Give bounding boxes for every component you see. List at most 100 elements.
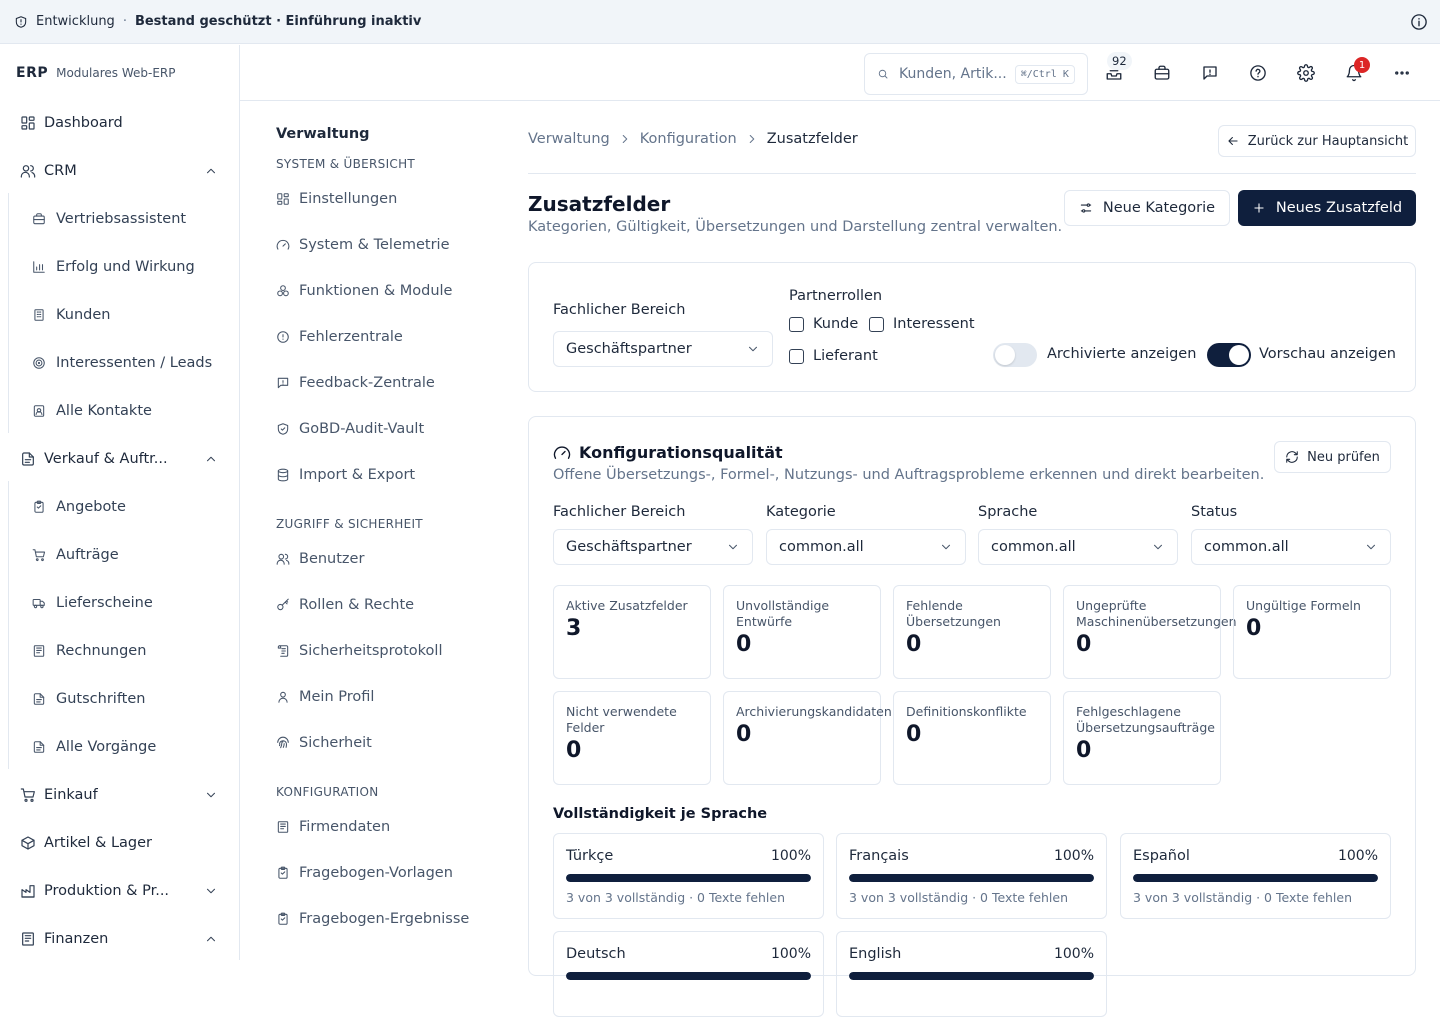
metric-card[interactable]: Definitionskonflikte 0 xyxy=(893,691,1051,785)
settings-item-telemetry[interactable]: System & Telemetrie xyxy=(276,230,450,260)
breadcrumb-item[interactable]: Verwaltung xyxy=(528,131,610,147)
workspace-button[interactable] xyxy=(1150,61,1174,85)
area-select[interactable]: Geschäftspartner xyxy=(553,331,773,367)
sidebar-group-crm[interactable]: CRM xyxy=(12,151,228,191)
sidebar-item-dashboard[interactable]: Dashboard xyxy=(12,103,228,143)
role-checkbox-customer[interactable]: Kunde xyxy=(789,316,858,332)
sidebar-item-offers[interactable]: Angebote xyxy=(24,487,228,527)
sidebar-group-purchase[interactable]: Einkauf xyxy=(12,775,228,815)
settings-group-config: KONFIGURATION xyxy=(276,785,379,799)
role-checkbox-prospect[interactable]: Interessent xyxy=(869,316,975,332)
quality-filter-label: Sprache xyxy=(978,504,1038,520)
sidebar-item-leads[interactable]: Interessenten / Leads xyxy=(24,343,228,383)
settings-item-modules[interactable]: Funktionen & Module xyxy=(276,276,452,306)
arrow-left-icon xyxy=(1226,134,1240,148)
metric-card[interactable]: Ungeprüfte Maschinenübersetzungen 0 xyxy=(1063,585,1237,679)
language-percent: 100% xyxy=(1053,848,1094,864)
breadcrumb-item[interactable]: Konfiguration xyxy=(640,131,737,147)
metric-value: 0 xyxy=(906,632,922,657)
sidebar-item-all-transactions[interactable]: Alle Vorgänge xyxy=(24,727,228,767)
new-category-button[interactable]: Neue Kategorie xyxy=(1064,190,1230,226)
metric-card[interactable]: Fehlende Übersetzungen 0 xyxy=(893,585,1051,679)
archived-toggle[interactable] xyxy=(993,343,1037,367)
checkbox[interactable] xyxy=(789,348,804,364)
metric-card[interactable]: Fehlgeschlagene Übersetzungsaufträge 0 xyxy=(1063,691,1221,785)
metric-card[interactable]: Nicht verwendete Felder 0 xyxy=(553,691,711,785)
metric-card[interactable]: Aktive Zusatzfelder 3 xyxy=(553,585,711,679)
metric-card[interactable]: Archivierungskandidaten 0 xyxy=(723,691,892,785)
sidebar-item-impact[interactable]: Erfolg und Wirkung xyxy=(24,247,228,287)
chevron-down-icon xyxy=(1151,540,1165,554)
sidebar-item-invoices[interactable]: Rechnungen xyxy=(24,631,228,671)
sidebar-group-finance[interactable]: Finanzen xyxy=(12,919,228,959)
chevron-up-icon xyxy=(204,932,218,946)
settings-item-questionnaire-results[interactable]: Fragebogen-Ergebnisse xyxy=(276,904,469,934)
sidebar-item-credit-notes[interactable]: Gutschriften xyxy=(24,679,228,719)
quality-status-select[interactable]: common.all xyxy=(1191,529,1391,565)
gauge-icon xyxy=(553,444,571,462)
brand[interactable]: ERP Modulares Web-ERP xyxy=(0,45,239,101)
metric-label: Unvollständige Entwürfe xyxy=(736,598,830,629)
settings-item-label: Feedback-Zentrale xyxy=(299,375,435,391)
sidebar-item-orders[interactable]: Aufträge xyxy=(24,535,228,575)
cart-icon xyxy=(20,787,36,803)
clipboard-icon xyxy=(32,500,46,514)
sidebar-group-sales[interactable]: Verkauf & Auftr... xyxy=(12,439,228,479)
global-search[interactable]: Kunden, Artik... ⌘/Ctrl K xyxy=(864,53,1088,95)
language-card[interactable]: Español 100% 3 von 3 vollständig · 0 Texte… xyxy=(1120,833,1391,919)
sidebar-item-stock[interactable]: Artikel & Lager xyxy=(12,823,228,863)
metric-card[interactable]: Unvollständige Entwürfe 0 xyxy=(723,585,881,679)
settings-item-settings[interactable]: Einstellungen xyxy=(276,184,397,214)
select-value: common.all xyxy=(779,539,864,555)
settings-item-feedback[interactable]: Feedback-Zentrale xyxy=(276,368,435,398)
settings-item-security[interactable]: Sicherheit xyxy=(276,728,372,758)
checkbox-label: Lieferant xyxy=(813,348,878,364)
sidebar-group-production[interactable]: Produktion & Pr... xyxy=(12,871,228,911)
preview-toggle[interactable] xyxy=(1207,343,1251,367)
language-card[interactable]: English 100% xyxy=(836,931,1107,1017)
brand-tagline: Modulares Web-ERP xyxy=(56,66,176,80)
chevron-right-icon xyxy=(745,132,759,146)
feedback-button[interactable] xyxy=(1198,61,1222,85)
recheck-button[interactable]: Neu prüfen xyxy=(1274,441,1391,473)
language-card[interactable]: Türkçe 100% 3 von 3 vollständig · 0 Texte … xyxy=(553,833,824,919)
info-button[interactable] xyxy=(1410,13,1428,31)
new-field-button[interactable]: Neues Zusatzfeld xyxy=(1238,190,1416,226)
settings-item-errors[interactable]: Fehlerzentrale xyxy=(276,322,403,352)
checkbox[interactable] xyxy=(869,316,884,332)
checkbox[interactable] xyxy=(789,316,804,332)
language-card[interactable]: Français 100% 3 von 3 vollständig · 0 Text… xyxy=(836,833,1107,919)
settings-item-audit-vault[interactable]: GoBD-Audit-Vault xyxy=(276,414,424,444)
divider xyxy=(528,173,1416,174)
progress-bar xyxy=(849,874,1094,882)
settings-item-label: Rollen & Rechte xyxy=(299,597,415,613)
back-button[interactable]: Zurück zur Hauptansicht xyxy=(1218,125,1416,157)
settings-item-profile[interactable]: Mein Profil xyxy=(276,682,374,712)
quality-language-select[interactable]: common.all xyxy=(978,529,1178,565)
metric-value: 0 xyxy=(1076,632,1092,657)
settings-button[interactable] xyxy=(1294,61,1318,85)
more-button[interactable] xyxy=(1390,61,1414,85)
quality-area-select[interactable]: Geschäftspartner xyxy=(553,529,753,565)
settings-item-label: Funktionen & Module xyxy=(299,283,453,299)
sidebar-item-sales-assistant[interactable]: Vertriebsassistent xyxy=(24,199,228,239)
settings-item-users[interactable]: Benutzer xyxy=(276,544,364,574)
settings-item-label: Fehlerzentrale xyxy=(299,329,403,345)
environment-label: Entwicklung xyxy=(36,14,115,29)
settings-item-security-log[interactable]: Sicherheitsprotokoll xyxy=(276,636,443,666)
settings-item-company[interactable]: Firmendaten xyxy=(276,812,390,842)
role-checkbox-supplier[interactable]: Lieferant xyxy=(789,348,878,364)
metric-card[interactable]: Ungültige Formeln 0 xyxy=(1233,585,1391,679)
sidebar-item-label: Vertriebsassistent xyxy=(56,211,187,227)
settings-item-import-export[interactable]: Import & Export xyxy=(276,460,415,490)
settings-item-questionnaire-templates[interactable]: Fragebogen-Vorlagen xyxy=(276,858,453,888)
breadcrumb-current: Zusatzfelder xyxy=(766,131,858,147)
language-card[interactable]: Deutsch 100% xyxy=(553,931,824,1017)
quality-category-select[interactable]: common.all xyxy=(766,529,966,565)
sidebar-item-customers[interactable]: Kunden xyxy=(24,295,228,335)
sidebar-item-contacts[interactable]: Alle Kontakte xyxy=(24,391,228,431)
settings-item-roles[interactable]: Rollen & Rechte xyxy=(276,590,414,620)
sidebar-item-delivery-notes[interactable]: Lieferscheine xyxy=(24,583,228,623)
help-button[interactable] xyxy=(1246,61,1270,85)
settings-group-system: SYSTEM & ÜBERSICHT xyxy=(276,157,416,171)
